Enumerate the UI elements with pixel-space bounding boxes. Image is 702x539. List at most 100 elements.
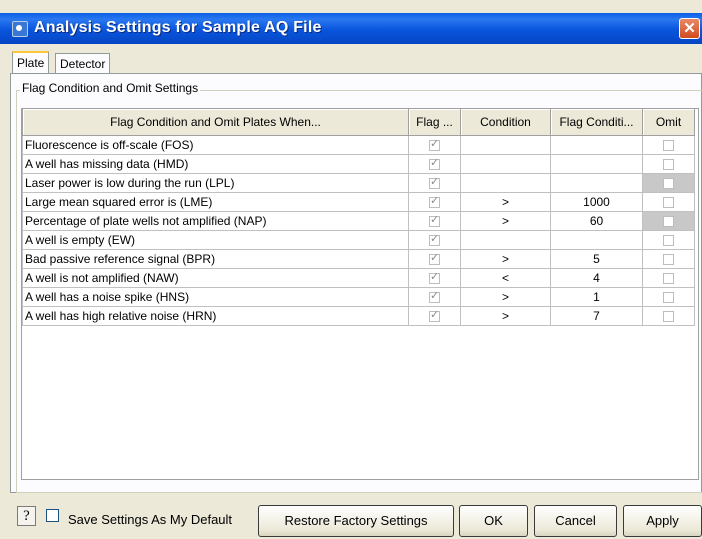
condition-label: A well is empty (EW) xyxy=(22,230,409,250)
condition-label: Bad passive reference signal (BPR) xyxy=(22,249,409,269)
flag-settings-table: Flag Condition and Omit Plates When... F… xyxy=(21,108,699,480)
flag-cell xyxy=(408,192,461,212)
flag-cell xyxy=(408,173,461,193)
omit-cell xyxy=(642,230,695,250)
flag-condition-value[interactable] xyxy=(550,135,643,155)
table-row[interactable]: A well has a noise spike (HNS) >1 xyxy=(22,287,695,307)
flag-cell xyxy=(408,306,461,326)
tab-plate[interactable]: Plate xyxy=(12,51,50,73)
condition-label: Laser power is low during the run (LPL) xyxy=(22,173,409,193)
omit-checkbox[interactable] xyxy=(663,254,674,266)
flag-condition-value[interactable]: 4 xyxy=(550,268,643,288)
condition-operator[interactable]: > xyxy=(460,192,551,212)
condition-operator[interactable]: > xyxy=(460,287,551,307)
flag-checkbox[interactable] xyxy=(429,138,440,152)
flag-condition-value[interactable]: 1000 xyxy=(550,192,643,212)
condition-label: Large mean squared error is (LME) xyxy=(22,192,409,212)
condition-label: Percentage of plate wells not amplified … xyxy=(22,211,409,231)
save-default-checkbox[interactable] xyxy=(46,508,59,523)
flag-cell xyxy=(408,230,461,250)
checkbox-box[interactable] xyxy=(46,509,59,523)
omit-checkbox[interactable] xyxy=(663,273,674,285)
omit-cell xyxy=(642,192,695,212)
flag-cell xyxy=(408,211,461,231)
condition-label: A well has high relative noise (HRN) xyxy=(22,306,409,326)
window-title: Analysis Settings for Sample AQ File xyxy=(34,19,322,36)
condition-label: A well is not amplified (NAW) xyxy=(22,268,409,288)
omit-cell xyxy=(642,287,695,307)
table-row[interactable]: Laser power is low during the run (LPL) xyxy=(22,173,695,193)
apply-button[interactable]: Apply xyxy=(623,505,702,537)
omit-cell xyxy=(642,173,695,193)
close-button[interactable]: ✕ xyxy=(679,18,700,39)
app-icon xyxy=(12,21,28,37)
table-row[interactable]: Large mean squared error is (LME) >1000 xyxy=(22,192,695,212)
cancel-button[interactable]: Cancel xyxy=(534,505,617,537)
omit-checkbox[interactable] xyxy=(663,140,674,152)
condition-operator[interactable] xyxy=(460,173,551,193)
analysis-settings-dialog: Analysis Settings for Sample AQ File ✕ P… xyxy=(0,0,702,539)
title-bar[interactable]: Analysis Settings for Sample AQ File ✕ xyxy=(0,13,702,44)
omit-cell xyxy=(642,154,695,174)
flag-cell xyxy=(408,268,461,288)
omit-checkbox[interactable] xyxy=(663,235,674,247)
omit-checkbox[interactable] xyxy=(663,159,674,171)
flag-condition-value[interactable] xyxy=(550,230,643,250)
omit-checkbox xyxy=(663,178,674,190)
flag-cell xyxy=(408,135,461,155)
flag-cell xyxy=(408,287,461,307)
condition-label: A well has a noise spike (HNS) xyxy=(22,287,409,307)
flag-checkbox[interactable] xyxy=(429,157,440,171)
flag-condition-value[interactable]: 7 xyxy=(550,306,643,326)
flag-condition-value[interactable] xyxy=(550,154,643,174)
save-default-label: Save Settings As My Default xyxy=(68,512,233,527)
omit-cell xyxy=(642,268,695,288)
omit-cell xyxy=(642,135,695,155)
omit-cell xyxy=(642,306,695,326)
flag-cell xyxy=(408,249,461,269)
omit-checkbox[interactable] xyxy=(663,292,674,304)
condition-operator[interactable]: > xyxy=(460,306,551,326)
help-button[interactable]: ? xyxy=(17,506,36,526)
tab-detector[interactable]: Detector xyxy=(55,53,111,73)
flag-checkbox[interactable] xyxy=(429,271,440,285)
table-row[interactable]: A well has high relative noise (HRN) >7 xyxy=(22,306,695,326)
condition-operator[interactable] xyxy=(460,230,551,250)
table-row[interactable]: A well is empty (EW) xyxy=(22,230,695,250)
table-row[interactable]: Bad passive reference signal (BPR) >5 xyxy=(22,249,695,269)
flag-condition-value[interactable] xyxy=(550,173,643,193)
flag-checkbox[interactable] xyxy=(429,195,440,209)
omit-cell xyxy=(642,249,695,269)
flag-condition-value[interactable]: 60 xyxy=(550,211,643,231)
group-title: Flag Condition and Omit Settings xyxy=(20,81,201,95)
flag-checkbox[interactable] xyxy=(429,290,440,304)
flag-checkbox[interactable] xyxy=(429,176,440,190)
omit-checkbox[interactable] xyxy=(663,197,674,209)
condition-operator[interactable]: > xyxy=(460,211,551,231)
column-header-condition-name[interactable]: Flag Condition and Omit Plates When... xyxy=(22,109,409,136)
condition-operator[interactable]: > xyxy=(460,249,551,269)
flag-condition-value[interactable]: 5 xyxy=(550,249,643,269)
flag-condition-value[interactable]: 1 xyxy=(550,287,643,307)
condition-operator[interactable] xyxy=(460,135,551,155)
table-row[interactable]: A well is not amplified (NAW) <4 xyxy=(22,268,695,288)
restore-factory-settings-button[interactable]: Restore Factory Settings xyxy=(258,505,454,537)
omit-checkbox[interactable] xyxy=(663,311,674,323)
flag-checkbox[interactable] xyxy=(429,233,440,247)
table-row[interactable]: A well has missing data (HMD) xyxy=(22,154,695,174)
table-row[interactable]: Fluorescence is off-scale (FOS) xyxy=(22,135,695,155)
column-header-condition[interactable]: Condition xyxy=(460,109,551,136)
column-header-flag[interactable]: Flag ... xyxy=(408,109,461,136)
flag-checkbox[interactable] xyxy=(429,252,440,266)
omit-cell xyxy=(642,211,695,231)
condition-label: A well has missing data (HMD) xyxy=(22,154,409,174)
flag-checkbox[interactable] xyxy=(429,214,440,228)
ok-button[interactable]: OK xyxy=(459,505,528,537)
flag-checkbox[interactable] xyxy=(429,309,440,323)
column-header-flag-condition[interactable]: Flag Conditi... xyxy=(550,109,643,136)
column-header-omit[interactable]: Omit xyxy=(642,109,695,136)
condition-label: Fluorescence is off-scale (FOS) xyxy=(22,135,409,155)
condition-operator[interactable] xyxy=(460,154,551,174)
table-row[interactable]: Percentage of plate wells not amplified … xyxy=(22,211,695,231)
condition-operator[interactable]: < xyxy=(460,268,551,288)
